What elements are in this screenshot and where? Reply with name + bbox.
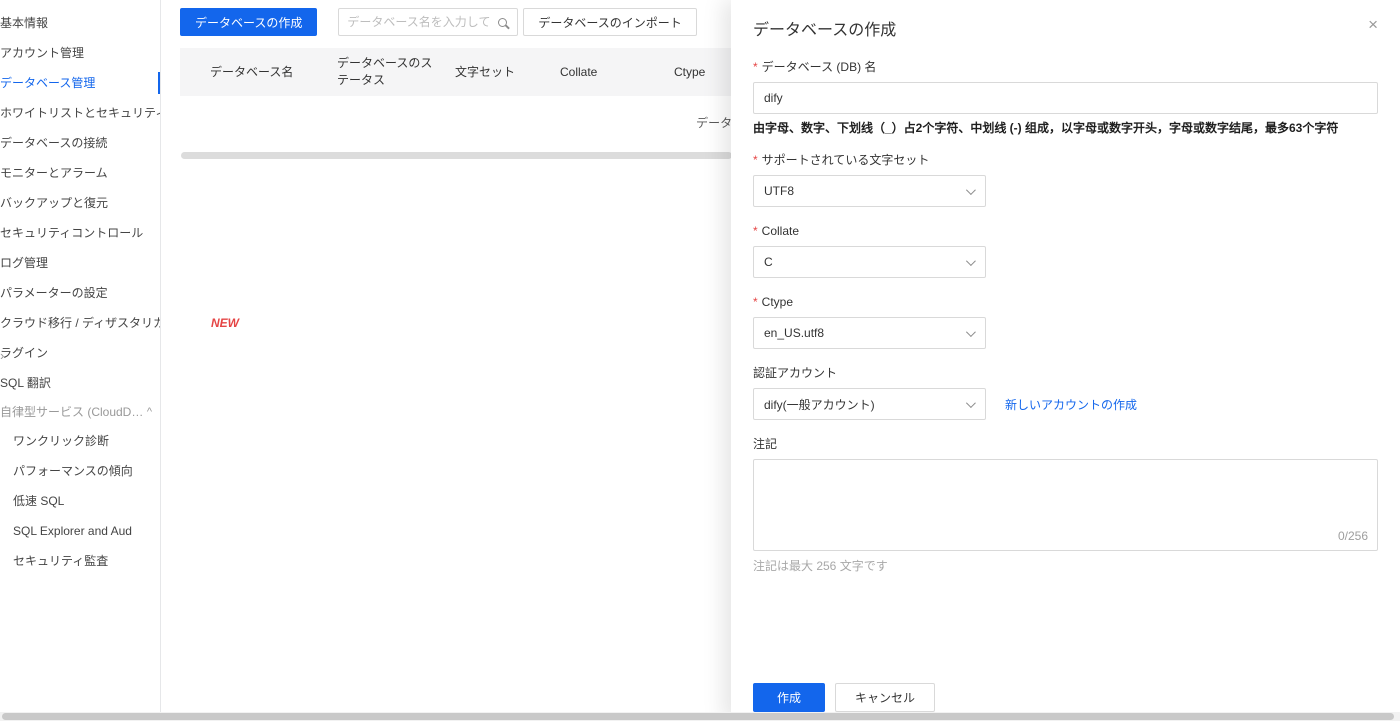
- chevron-down-icon: [965, 255, 976, 266]
- create-account-link[interactable]: 新しいアカウントの作成: [1005, 396, 1137, 413]
- charset-label-text: サポートされている文字セット: [761, 153, 930, 167]
- ctype-label: * Ctype: [753, 293, 1378, 311]
- sidebar-item-slow-sql[interactable]: 低速 SQL: [0, 486, 160, 516]
- sidebar-item-plugin[interactable]: ラグイン: [0, 338, 160, 368]
- required-asterisk: *: [753, 295, 758, 309]
- db-name-label: * データベース (DB) 名: [753, 58, 1378, 76]
- note-label-text: 注記: [753, 437, 778, 451]
- db-name-group: *データベース (DB) 名 由字母、数字、下划线（_）占2个字符、中划线 (-…: [753, 58, 1378, 136]
- ctype-label-text: Ctype: [761, 295, 794, 309]
- sidebar-collapse-arrow-icon[interactable]: ›: [0, 345, 10, 367]
- submit-create-button[interactable]: 作成: [753, 683, 826, 712]
- create-database-button[interactable]: データベースの作成: [180, 8, 318, 36]
- charset-group: * サポートされている文字セット UTF8: [753, 151, 1378, 207]
- sidebar-item-security-control[interactable]: セキュリティコントロール: [0, 218, 160, 248]
- database-search-input[interactable]: [339, 15, 499, 29]
- note-label: 注記: [753, 435, 1378, 453]
- account-label: 認証アカウント: [753, 364, 1378, 382]
- account-select[interactable]: dify(一般アカウント): [753, 388, 986, 420]
- db-name-input[interactable]: [753, 82, 1378, 114]
- sidebar-item-security-audit[interactable]: セキュリティ監査: [0, 546, 160, 576]
- charset-select[interactable]: UTF8: [753, 175, 986, 207]
- search-icon[interactable]: [498, 17, 508, 27]
- new-badge: NEW: [211, 316, 239, 330]
- create-database-drawer: データベースの作成 × *データベース (DB) 名 由字母、数字、下划线（_）…: [731, 0, 1400, 721]
- note-textarea[interactable]: [753, 459, 1378, 551]
- sidebar-item-monitor-alarm[interactable]: モニターとアラーム: [0, 158, 160, 188]
- note-textarea-wrap: 0/256: [753, 459, 1378, 551]
- drawer-title: データベースの作成: [753, 22, 897, 39]
- collate-select-value: C: [764, 255, 773, 269]
- charset-select-value: UTF8: [764, 184, 794, 198]
- column-header-charset: 文字セット: [455, 64, 516, 79]
- column-header-database-status: データベースのステータス: [337, 56, 433, 87]
- chevron-down-icon: [965, 184, 976, 195]
- note-group: 注記 0/256 注記は最大 256 文字です: [753, 435, 1378, 574]
- sidebar-item-parameter-settings[interactable]: パラメーターの設定: [0, 278, 160, 308]
- drawer-footer: 作成 キャンセル: [753, 683, 936, 712]
- sidebar-group-label: 自律型サービス (CloudD…: [0, 405, 144, 419]
- ctype-group: * Ctype en_US.utf8: [753, 293, 1378, 349]
- table-horizontal-scrollbar[interactable]: [181, 152, 732, 159]
- chevron-down-icon: [965, 326, 976, 337]
- create-database-form: *データベース (DB) 名 由字母、数字、下划线（_）占2个字符、中划线 (-…: [753, 58, 1378, 574]
- note-help-text: 注記は最大 256 文字です: [753, 559, 888, 573]
- sidebar-item-backup-restore[interactable]: バックアップと復元: [0, 188, 160, 218]
- collate-select[interactable]: C: [753, 246, 986, 278]
- import-database-button[interactable]: データベースのインポート: [523, 8, 697, 36]
- collate-label: * Collate: [753, 222, 1378, 240]
- sidebar-item-log-management[interactable]: ログ管理: [0, 248, 160, 278]
- required-asterisk: *: [753, 60, 758, 74]
- account-group: 認証アカウント dify(一般アカウント) 新しいアカウントの作成: [753, 364, 1378, 420]
- sidebar-group-autonomous-service[interactable]: 自律型サービス (CloudD… ^: [0, 398, 160, 426]
- cancel-button[interactable]: キャンセル: [835, 683, 936, 712]
- account-label-text: 認証アカウント: [753, 366, 838, 380]
- charset-label: * サポートされている文字セット: [753, 151, 1378, 169]
- sidebar-item-oneclick-diagnosis[interactable]: ワンクリック診断: [0, 426, 160, 456]
- chevron-up-icon: ^: [146, 406, 152, 418]
- column-header-collate: Collate: [560, 64, 598, 79]
- sidebar: 基本情報 アカウント管理 データベース管理 ホワイトリストとセキュリティ データ…: [0, 0, 161, 721]
- sidebar-item-account-management[interactable]: アカウント管理: [0, 38, 160, 68]
- required-asterisk: *: [753, 153, 758, 167]
- sidebar-item-database-management[interactable]: データベース管理: [0, 68, 160, 98]
- collate-group: * Collate C: [753, 222, 1378, 278]
- sidebar-item-sql-explorer-audit[interactable]: SQL Explorer and Aud: [0, 516, 160, 546]
- sidebar-item-whitelist-security[interactable]: ホワイトリストとセキュリティ: [0, 98, 160, 128]
- database-search-box: [338, 8, 519, 36]
- required-asterisk: *: [753, 224, 758, 238]
- collate-label-text: Collate: [761, 224, 800, 238]
- db-name-label-text: データベース (DB) 名: [761, 60, 877, 74]
- chevron-down-icon: [965, 397, 976, 408]
- sidebar-item-performance-trends[interactable]: パフォーマンスの傾向: [0, 456, 160, 486]
- ctype-select[interactable]: en_US.utf8: [753, 317, 986, 349]
- sidebar-item-basic-info[interactable]: 基本情報: [0, 8, 160, 38]
- sidebar-item-cloud-migration[interactable]: クラウド移行 / ディザスタリカバリ: [0, 308, 160, 338]
- db-name-help-text: 由字母、数字、下划线（_）占2个字符、中划线 (-) 组成，以字母或数字开头，字…: [753, 121, 1339, 135]
- ctype-select-value: en_US.utf8: [764, 326, 825, 340]
- column-header-database-name: データベース名: [210, 64, 294, 79]
- sidebar-item-sql-translation[interactable]: SQL 翻訳: [0, 368, 160, 398]
- close-icon[interactable]: ×: [1368, 16, 1378, 33]
- page-horizontal-scrollbar-thumb[interactable]: [2, 713, 1394, 720]
- page-horizontal-scrollbar-track: [0, 712, 1400, 721]
- note-char-counter: 0/256: [1337, 529, 1368, 543]
- sidebar-item-database-connection[interactable]: データベースの接続: [0, 128, 160, 158]
- app-root: 基本情報 アカウント管理 データベース管理 ホワイトリストとセキュリティ データ…: [0, 0, 1400, 721]
- account-row: dify(一般アカウント) 新しいアカウントの作成: [753, 388, 1378, 420]
- account-select-value: dify(一般アカウント): [764, 397, 875, 412]
